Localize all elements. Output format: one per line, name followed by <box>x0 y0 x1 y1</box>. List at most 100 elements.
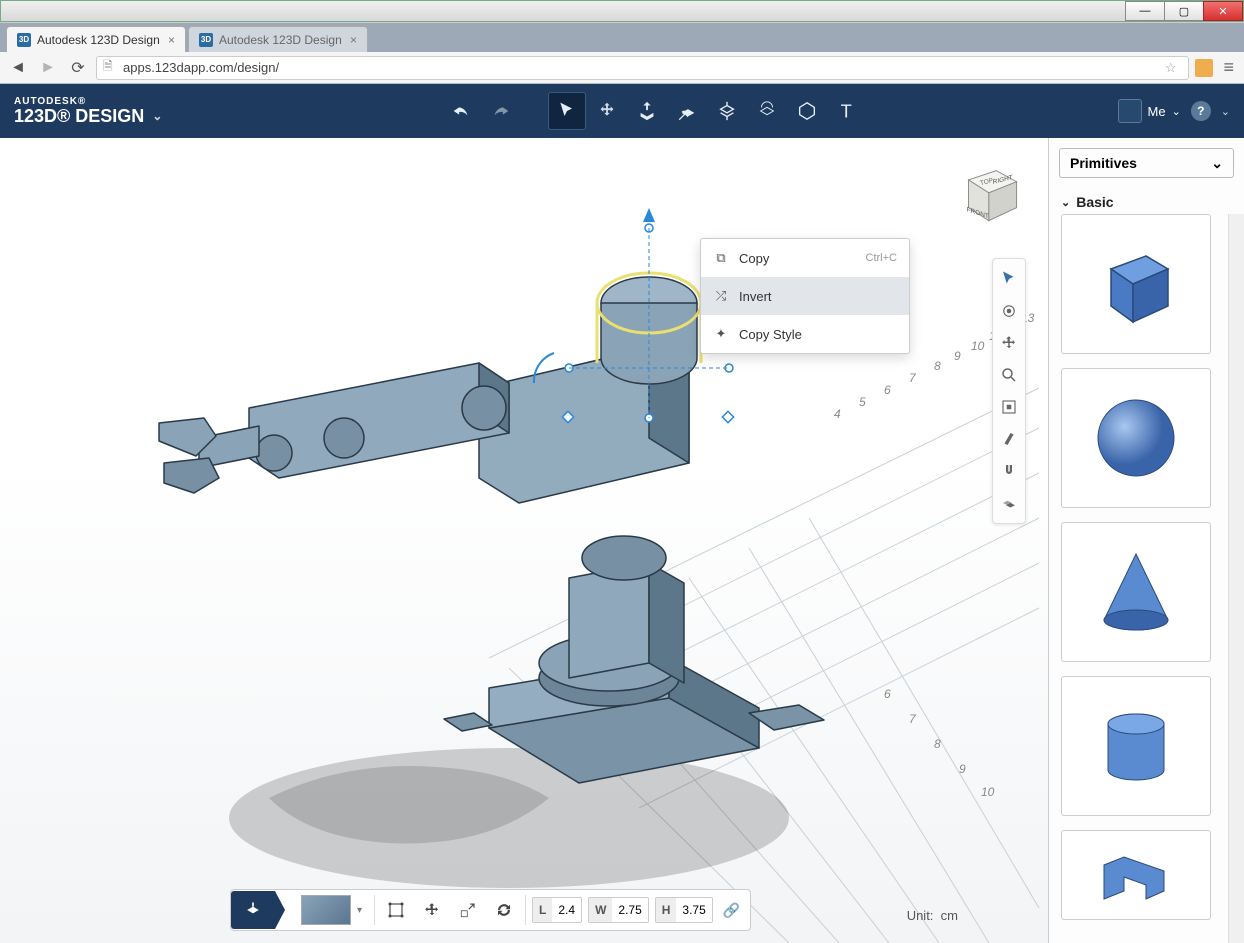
ctx-label: Invert <box>739 289 772 304</box>
brand-bottom: 123D® DESIGN <box>14 107 144 127</box>
context-item-copy-style[interactable]: ✦ Copy Style <box>701 315 909 353</box>
browser-tab-inactive[interactable]: 3D Autodesk 123D Design × <box>188 26 368 52</box>
chevron-down-icon: ⌄ <box>1061 196 1070 209</box>
svg-text:4: 4 <box>834 407 841 421</box>
rotate-tool[interactable] <box>708 92 746 130</box>
svg-text:8: 8 <box>934 359 941 373</box>
chevron-down-icon: ⌄ <box>152 110 162 123</box>
url-text: apps.123dapp.com/design/ <box>123 60 279 75</box>
tab-close-icon[interactable]: × <box>160 33 175 47</box>
pattern-tool[interactable] <box>748 92 786 130</box>
view-toolbar <box>992 258 1026 524</box>
ctx-label: Copy <box>739 251 769 266</box>
svg-text:6: 6 <box>884 687 891 701</box>
select-tool[interactable] <box>548 92 586 130</box>
bbox-tool[interactable] <box>381 895 411 925</box>
primitive-cone[interactable] <box>1061 522 1211 662</box>
svg-text:6: 6 <box>884 383 891 397</box>
browser-toolbar: ◄ ► ⟳ 🗎 apps.123dapp.com/design/ ☆ ≡ <box>0 52 1244 84</box>
brand-top: AUTODESK® <box>14 96 162 107</box>
panel-category-select[interactable]: Primitives ⌄ <box>1059 148 1234 178</box>
app-brand[interactable]: AUTODESK® 123D® DESIGN ⌄ <box>14 96 162 127</box>
undo-button[interactable] <box>442 92 480 130</box>
header-toolbar: T <box>442 92 866 130</box>
primitive-tool[interactable] <box>788 92 826 130</box>
tab-title: Autodesk 123D Design <box>219 33 342 47</box>
scale-handles-tool[interactable] <box>453 895 483 925</box>
copy-icon: ⧉ <box>713 250 729 266</box>
window-maximize-button[interactable]: ▢ <box>1164 1 1204 21</box>
context-item-copy[interactable]: ⧉ Copy Ctrl+C <box>701 239 909 277</box>
primitive-u-shape[interactable] <box>1061 830 1211 920</box>
push-tool[interactable] <box>628 92 666 130</box>
bottom-toolbar: ▾ L2.4 W2.75 H3.75 🔗 <box>230 889 751 931</box>
move-tool[interactable] <box>417 895 447 925</box>
svg-text:7: 7 <box>909 712 917 726</box>
user-label: Me <box>1148 104 1166 119</box>
panel-scrollbar[interactable] <box>1228 214 1244 943</box>
redo-button[interactable] <box>482 92 520 130</box>
chevron-down-icon: ⌄ <box>1172 105 1181 118</box>
viewcube[interactable]: TOP FRONT RIGHT <box>950 154 1024 228</box>
reload-button[interactable]: ⟳ <box>66 56 90 80</box>
forward-button[interactable]: ► <box>36 56 60 80</box>
svg-text:7: 7 <box>909 371 917 385</box>
context-menu: ⧉ Copy Ctrl+C ⤮ Invert ✦ Copy Style <box>700 238 910 354</box>
app-header: AUTODESK® 123D® DESIGN ⌄ T Me ⌄ ? ⌄ <box>0 84 1244 138</box>
window-close-button[interactable]: ✕ <box>1203 1 1243 21</box>
bookmark-star-icon[interactable]: ☆ <box>1159 60 1183 76</box>
primary-edit-button[interactable] <box>231 891 275 929</box>
window-minimize-button[interactable]: — <box>1125 1 1165 21</box>
tab-title: Autodesk 123D Design <box>37 33 160 47</box>
svg-text:8: 8 <box>934 737 941 751</box>
panel-section-header[interactable]: ⌄ Basic <box>1049 188 1244 214</box>
rotate-sync-tool[interactable] <box>489 895 519 925</box>
snap-tool[interactable] <box>993 455 1025 487</box>
fit-tool[interactable] <box>993 391 1025 423</box>
unit-label[interactable]: Unit: cm <box>907 908 958 923</box>
viewport-3d[interactable]: 456 789 10111213 678 910 <box>0 138 1048 943</box>
primitive-sphere[interactable] <box>1061 368 1211 508</box>
tab-close-icon[interactable]: × <box>342 33 357 47</box>
right-panel: Primitives ⌄ ⌄ Basic <box>1048 138 1244 943</box>
group-tool[interactable] <box>993 487 1025 519</box>
copy-style-icon: ✦ <box>713 326 729 342</box>
svg-text:9: 9 <box>954 349 961 363</box>
back-button[interactable]: ◄ <box>6 56 30 80</box>
section-label: Basic <box>1076 194 1113 210</box>
chrome-menu-icon[interactable]: ≡ <box>1219 57 1238 78</box>
svg-text:5: 5 <box>859 395 866 409</box>
scale-tool[interactable] <box>668 92 706 130</box>
text-tool[interactable]: T <box>828 92 866 130</box>
material-preview[interactable] <box>301 895 351 925</box>
browser-tabstrip: 3D Autodesk 123D Design × 3D Autodesk 12… <box>0 22 1244 52</box>
address-bar[interactable]: 🗎 apps.123dapp.com/design/ ☆ <box>96 56 1189 80</box>
dim-length-field[interactable]: L2.4 <box>532 897 582 923</box>
material-tool[interactable] <box>993 423 1025 455</box>
dim-height-field[interactable]: H3.75 <box>655 897 713 923</box>
svg-text:10: 10 <box>981 785 995 799</box>
help-button[interactable]: ? <box>1191 101 1211 121</box>
transform-tool[interactable] <box>588 92 626 130</box>
pan-tool[interactable] <box>993 327 1025 359</box>
primitive-cylinder[interactable] <box>1061 676 1211 816</box>
svg-text:9: 9 <box>959 762 966 776</box>
chevron-down-icon[interactable]: ▾ <box>357 905 368 916</box>
context-item-invert[interactable]: ⤮ Invert <box>701 277 909 315</box>
svg-text:T: T <box>841 100 852 121</box>
avatar-icon <box>1118 99 1142 123</box>
window-titlebar: — ▢ ✕ <box>0 0 1244 22</box>
extension-icon[interactable] <box>1195 59 1213 77</box>
user-menu[interactable]: Me ⌄ <box>1118 99 1181 123</box>
invert-icon: ⤮ <box>713 288 729 304</box>
orbit-tool[interactable] <box>993 295 1025 327</box>
browser-tab-active[interactable]: 3D Autodesk 123D Design × <box>6 26 186 52</box>
primitive-cube[interactable] <box>1061 214 1211 354</box>
cursor-tool[interactable] <box>993 263 1025 295</box>
dim-width-field[interactable]: W2.75 <box>588 897 649 923</box>
panel-select-label: Primitives <box>1070 155 1137 171</box>
zoom-tool[interactable] <box>993 359 1025 391</box>
link-dims-icon[interactable]: 🔗 <box>719 902 744 919</box>
chevron-down-icon: ⌄ <box>1211 155 1223 172</box>
ctx-shortcut: Ctrl+C <box>866 252 897 264</box>
